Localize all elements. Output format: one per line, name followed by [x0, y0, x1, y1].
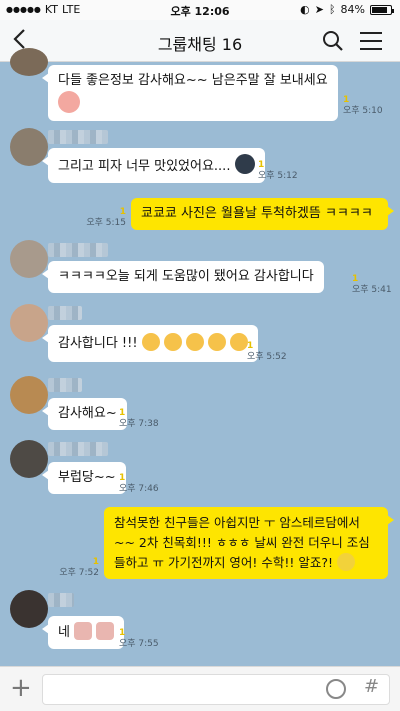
avatar[interactable] — [10, 590, 48, 628]
message-time: 오후 5:41 — [352, 285, 392, 295]
sender-name-blurred — [48, 306, 82, 320]
message-bubble[interactable]: 감사합니다 !!! — [41, 325, 259, 362]
message-meta: 1 오후 7:46 — [119, 473, 159, 495]
unread-count: 1 — [119, 408, 126, 418]
message-text: 부럽당~~ — [58, 470, 116, 485]
search-icon[interactable] — [322, 30, 344, 56]
message-meta: 1 오후 5:12 — [258, 160, 298, 182]
unread-count: 1 — [258, 160, 265, 170]
hash-icon[interactable]: # — [364, 676, 379, 697]
smiley-emoji — [163, 333, 182, 351]
message-text: ㅋㅋㅋㅋ오늘 되게 도움많이 됐어요 감사합니다 — [58, 269, 314, 284]
message-bubble[interactable]: 네 — [41, 616, 125, 649]
unread-count: 1 — [247, 341, 254, 351]
unread-count: 1 — [343, 95, 350, 105]
sender-name-blurred — [48, 243, 108, 257]
unread-count: 1 — [92, 557, 99, 567]
unread-count: 1 — [119, 207, 126, 217]
avatar[interactable] — [10, 48, 48, 76]
message-bubble[interactable]: ㅋㅋㅋㅋ오늘 되게 도움많이 됐어요 감사합니다 — [42, 261, 324, 293]
message-meta: 1 오후 5:41 — [352, 274, 392, 296]
message-text: 그리고 피자 너무 맛있었어요.... — [58, 159, 231, 174]
bluetooth-icon: ᛒ — [328, 3, 336, 16]
unread-count: 1 — [119, 473, 126, 483]
sender-name-blurred — [48, 378, 82, 392]
sender-name-blurred — [48, 130, 108, 144]
message-text: 참석못한 친구들은 아쉽지만 ㅜ 암스테르담에서 ~~ 2차 친목회!!! ㅎㅎ… — [114, 515, 370, 570]
emoticon-image — [58, 91, 80, 113]
chat-header: 그룹채팅 16 — [0, 20, 400, 62]
message-time: 오후 7:52 — [59, 568, 99, 578]
menu-icon[interactable] — [360, 32, 382, 56]
message-time: 오후 7:46 — [119, 484, 159, 494]
emoticon-image — [337, 553, 356, 571]
smiley-emoji — [230, 333, 249, 351]
message-meta: 1 오후 5:52 — [247, 341, 287, 363]
location-icon: ➤ — [314, 3, 324, 16]
emoticon-icon[interactable] — [326, 679, 346, 699]
message-time: 오후 5:12 — [258, 171, 298, 181]
message-bubble[interactable]: 다들 좋은정보 감사해요~~ 남은주말 잘 보내세요 — [42, 65, 338, 121]
emoticon-image — [74, 622, 93, 640]
message-time: 오후 7:55 — [119, 639, 159, 649]
message-time: 오후 5:15 — [86, 218, 126, 228]
message-meta: 1 오후 5:10 — [343, 95, 383, 117]
message-meta: 1 오후 7:55 — [119, 628, 159, 650]
message-time: 오후 5:52 — [247, 352, 287, 362]
status-bar: ●●●●● KT LTE 오후 12:06 ◐ ➤ ᛒ 84% — [0, 0, 400, 20]
message-text: 다들 좋은정보 감사해요~~ 남은주말 잘 보내세요 — [58, 73, 328, 88]
message-bubble[interactable]: 그리고 피자 너무 맛있었어요.... — [42, 148, 265, 183]
emoticon-image — [96, 622, 115, 640]
battery-icon — [370, 4, 394, 15]
message-input-bar: + # — [0, 666, 400, 711]
smiley-emoji — [141, 333, 160, 351]
message-meta: 1 오후 7:38 — [119, 408, 159, 430]
my-message-bubble[interactable]: 참석못한 친구들은 아쉽지만 ㅜ 암스테르담에서 ~~ 2차 친목회!!! ㅎㅎ… — [104, 507, 394, 579]
message-text: 감사해요~ — [58, 406, 117, 421]
my-message-bubble[interactable]: 쿄쿄쿄 사진은 월욜날 투척하겠뜸 ㅋㅋㅋㅋ — [131, 198, 394, 230]
unread-count: 1 — [352, 274, 359, 284]
smiley-emoji — [208, 333, 227, 351]
battery-percent: 84% — [340, 3, 365, 16]
message-bubble[interactable]: 부럽당~~ — [42, 462, 126, 494]
emoticon-image — [234, 154, 255, 174]
sender-name-blurred — [48, 593, 74, 607]
battery-fill — [372, 6, 387, 13]
message-bubble[interactable]: 감사해요~ — [42, 398, 127, 430]
sender-name-blurred — [48, 442, 108, 456]
unread-count: 1 — [119, 628, 126, 638]
message-text: 네 — [58, 625, 70, 640]
plus-icon[interactable]: + — [10, 675, 32, 701]
message-time: 오후 7:38 — [119, 419, 159, 429]
message-text: 감사합니다 !!! — [58, 336, 138, 351]
message-time: 오후 5:10 — [343, 106, 383, 116]
lock-rotation-icon: ◐ — [300, 3, 310, 16]
smiley-emoji — [186, 333, 204, 351]
message-meta: 1 오후 7:52 — [55, 557, 99, 579]
message-text: 쿄쿄쿄 사진은 월욜날 투척하겠뜸 ㅋㅋㅋㅋ — [141, 206, 373, 221]
message-meta: 1 오후 5:15 — [82, 207, 126, 229]
